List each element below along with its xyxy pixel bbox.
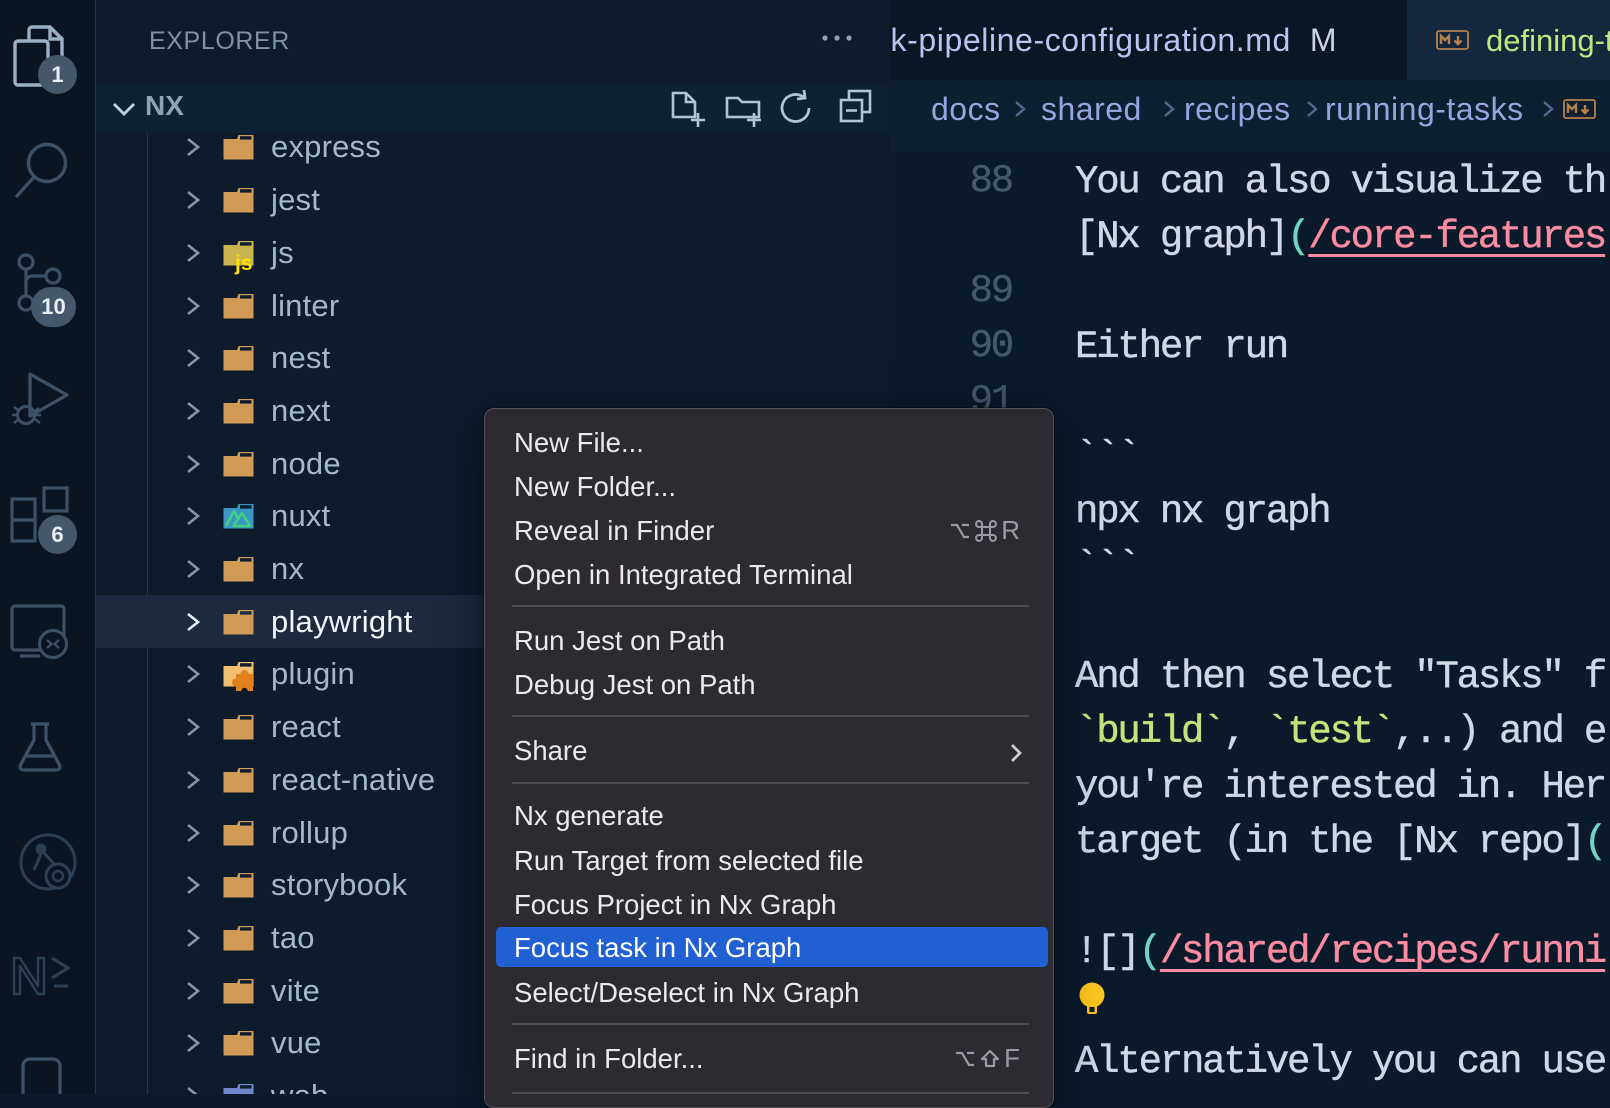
svg-text:js: js xyxy=(234,252,253,275)
